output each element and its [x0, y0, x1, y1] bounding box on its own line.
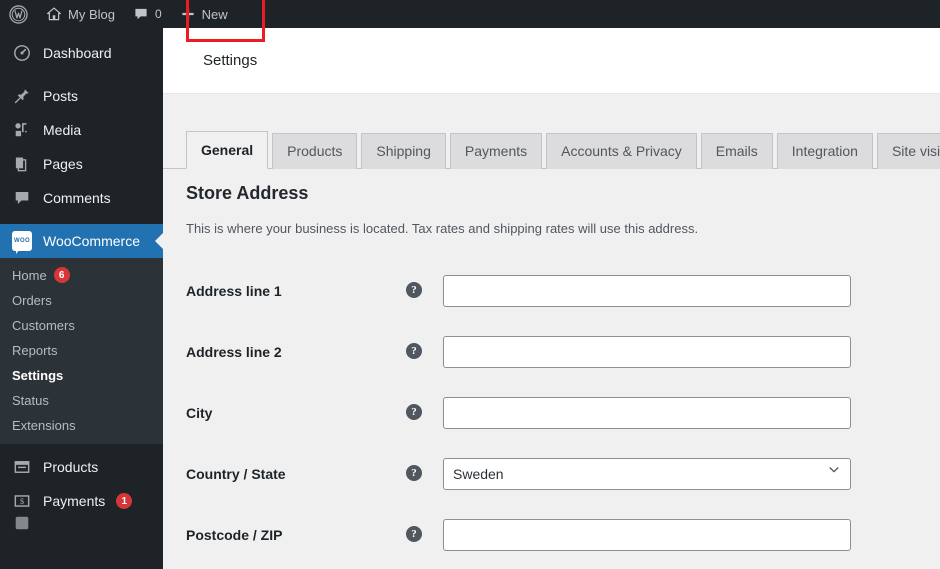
products-box-icon [12, 457, 32, 477]
content-area: Settings General Products Shipping Payme… [163, 28, 940, 569]
postcode-zip-input[interactable] [443, 518, 851, 551]
sidebar-item-pages[interactable]: Pages [0, 147, 163, 181]
sidebar-item-partial[interactable] [0, 516, 163, 530]
sidebar-item-posts[interactable]: Posts [0, 79, 163, 113]
tab-shipping[interactable]: Shipping [361, 133, 446, 169]
field-label: Address line 2 [186, 343, 282, 360]
sidebar-label: Dashboard [43, 45, 112, 61]
settings-form: Store Address This is where your busines… [163, 169, 940, 565]
sidebar-sublabel: Orders [12, 293, 52, 308]
sidebar-label: Products [43, 459, 99, 475]
sidebar-subitem-home[interactable]: Home 6 [0, 262, 163, 288]
plus-icon [182, 8, 194, 20]
sidebar-divider [0, 70, 163, 79]
pages-icon [12, 154, 32, 174]
sidebar-subitem-customers[interactable]: Customers [0, 313, 163, 338]
wp-logo-menu[interactable] [0, 0, 37, 28]
payments-count-badge: 1 [116, 493, 133, 509]
sidebar-label: Media [43, 122, 82, 138]
new-label: New [201, 6, 228, 22]
sidebar-sublabel: Settings [12, 368, 64, 383]
section-description: This is where your business is located. … [186, 221, 699, 236]
admin-bar: My Blog 0 New [0, 0, 940, 28]
sidebar-label: Comments [43, 190, 111, 206]
media-icon [12, 120, 32, 140]
sidebar-item-woocommerce[interactable]: WOO WooCommerce [0, 224, 163, 258]
comment-bubble-icon [135, 8, 147, 20]
woocommerce-submenu: Home 6 Orders Customers Reports Settings… [0, 258, 163, 444]
sidebar-subitem-extensions[interactable]: Extensions [0, 413, 163, 438]
address-line-2-input[interactable] [443, 335, 851, 368]
sidebar-item-media[interactable]: Media [0, 113, 163, 147]
country-state-select[interactable]: Sweden [443, 457, 851, 490]
field-row-address-line-1: Address line 1 ? [186, 260, 886, 321]
section-title: Store Address [186, 183, 309, 203]
field-row-postcode-zip: Postcode / ZIP ? [186, 504, 886, 565]
sidebar-subitem-status[interactable]: Status [0, 388, 163, 413]
svg-text:$: $ [20, 497, 24, 506]
field-label: Postcode / ZIP [186, 526, 283, 543]
tab-products[interactable]: Products [272, 133, 358, 169]
wordpress-logo-icon [9, 4, 28, 24]
help-icon[interactable]: ? [406, 404, 422, 421]
sidebar-sublabel: Reports [12, 343, 58, 358]
sidebar-item-products[interactable]: Products [0, 450, 163, 484]
partial-icon [12, 513, 32, 533]
pin-icon [12, 86, 32, 106]
sidebar-item-comments[interactable]: Comments [0, 181, 163, 215]
store-address-table: Address line 1 ? Address line 2 ? City ?… [186, 260, 886, 565]
tab-general[interactable]: General [186, 131, 269, 169]
field-label: City [186, 404, 213, 421]
sidebar-label: Pages [43, 156, 83, 172]
settings-tabs: General Products Shipping Payments Accou… [163, 124, 940, 169]
comments-count: 0 [154, 7, 162, 21]
tab-payments[interactable]: Payments [449, 133, 543, 169]
sidebar-label: Payments [43, 493, 106, 509]
tab-accounts-privacy[interactable]: Accounts & Privacy [546, 133, 697, 169]
settings-tabs-wrapper: General Products Shipping Payments Accou… [163, 124, 940, 169]
field-row-city: City ? [186, 382, 886, 443]
help-icon[interactable]: ? [406, 343, 422, 360]
tab-emails[interactable]: Emails [700, 133, 773, 169]
sidebar-sublabel: Status [12, 393, 49, 408]
sidebar-subitem-reports[interactable]: Reports [0, 338, 163, 363]
field-row-address-line-2: Address line 2 ? [186, 321, 886, 382]
home-count-badge: 6 [53, 267, 70, 283]
help-icon[interactable]: ? [406, 526, 422, 543]
page-header: Settings [163, 28, 940, 94]
sidebar-label: Posts [43, 88, 79, 104]
page-title: Settings [203, 52, 258, 69]
site-name-label: My Blog [68, 6, 115, 22]
field-row-country-state: Country / State ? Sweden [186, 443, 886, 504]
city-input[interactable] [443, 396, 851, 429]
sidebar-label: WooCommerce [43, 233, 140, 249]
new-content-menu[interactable]: New [171, 0, 237, 28]
field-label: Country / State [186, 465, 286, 482]
site-name-menu[interactable]: My Blog [37, 0, 124, 28]
help-icon[interactable]: ? [406, 465, 422, 482]
sidebar-sublabel: Customers [12, 318, 75, 333]
comment-bubble-icon [12, 188, 32, 208]
sidebar-subitem-settings[interactable]: Settings [0, 363, 163, 388]
home-icon [47, 7, 61, 21]
sidebar-sublabel: Extensions [12, 418, 76, 433]
payments-dollar-icon: $ [12, 491, 32, 511]
tab-site-visibility[interactable]: Site visibility [876, 133, 940, 169]
sidebar-sublabel: Home [12, 267, 47, 283]
dashboard-icon [12, 43, 32, 63]
sidebar-divider [0, 215, 163, 224]
sidebar-subitem-orders[interactable]: Orders [0, 288, 163, 313]
tab-integration[interactable]: Integration [776, 133, 873, 169]
field-label: Address line 1 [186, 282, 282, 299]
help-icon[interactable]: ? [406, 282, 422, 299]
woocommerce-icon: WOO [12, 231, 32, 254]
address-line-1-input[interactable] [443, 274, 851, 307]
comments-menu[interactable]: 0 [124, 0, 171, 28]
sidebar-item-dashboard[interactable]: Dashboard [0, 36, 163, 70]
admin-sidebar: Dashboard Posts Media Pages Comments WOO… [0, 28, 163, 569]
